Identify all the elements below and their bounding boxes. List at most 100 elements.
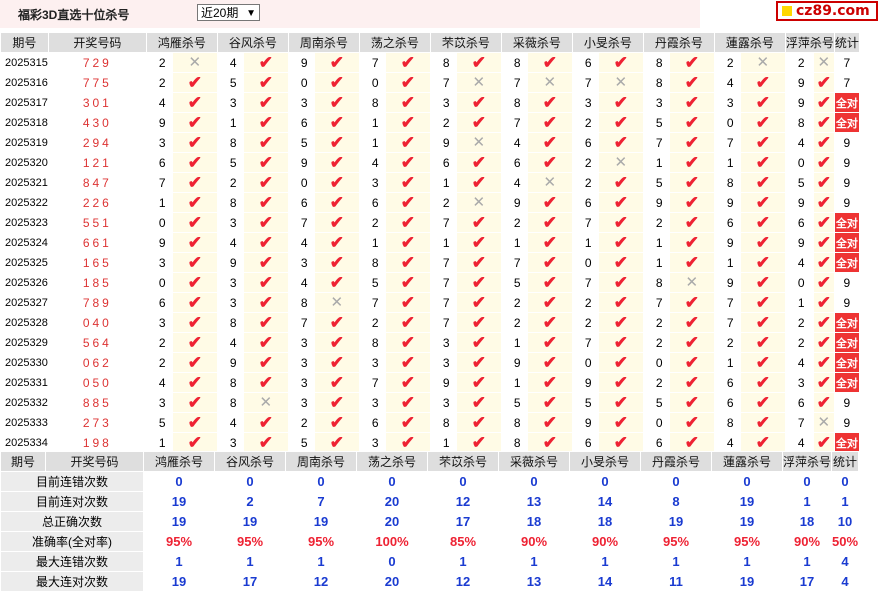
check-icon: ✔ <box>526 272 573 293</box>
kill-number-cell: 4 <box>145 372 173 393</box>
stats-value: 1 <box>831 491 860 512</box>
kill-number-cell: 1 <box>500 232 528 253</box>
check-icon: ✔ <box>242 412 289 433</box>
kill-number-cell: 8 <box>429 52 457 73</box>
cross-icon: ✕ <box>171 52 218 73</box>
check-icon: ✔ <box>597 432 644 453</box>
all-correct-badge: 全对 <box>833 352 860 373</box>
check-icon: ✔ <box>384 132 431 153</box>
check-icon: ✔ <box>812 372 835 393</box>
kill-number-cell: 5 <box>500 272 528 293</box>
check-icon: ✔ <box>739 412 786 433</box>
kill-number-cell: 3 <box>429 352 457 373</box>
check-icon: ✔ <box>384 272 431 293</box>
kill-number-cell: 5 <box>784 172 814 193</box>
kill-number-cell: 7 <box>429 212 457 233</box>
check-icon: ✔ <box>739 92 786 113</box>
kill-number-cell: 2 <box>784 52 814 73</box>
kill-number-cell: 7 <box>571 272 599 293</box>
check-icon: ✔ <box>812 252 835 273</box>
kill-number-cell: 7 <box>429 292 457 313</box>
check-icon: ✔ <box>384 252 431 273</box>
check-icon: ✔ <box>242 72 289 93</box>
kill-number-cell: 0 <box>642 352 670 373</box>
kill-number-cell: 2 <box>642 332 670 353</box>
draw-number-cell: 661 <box>47 232 147 253</box>
check-icon: ✔ <box>455 212 502 233</box>
check-icon: ✔ <box>526 292 573 313</box>
kill-number-cell: 3 <box>216 292 244 313</box>
check-icon: ✔ <box>812 172 835 193</box>
kill-number-cell: 0 <box>145 212 173 233</box>
hit-count-cell: 9 <box>833 132 860 153</box>
kill-number-cell: 0 <box>642 412 670 433</box>
kill-number-cell: 9 <box>145 112 173 133</box>
kill-number-cell: 0 <box>571 352 599 373</box>
stats-row: 最大连错次数 1 1 1 0 1 1 1 1 1 1 4 <box>0 551 860 572</box>
check-icon: ✔ <box>668 352 715 373</box>
stats-value: 50% <box>831 531 860 552</box>
kill-number-cell: 1 <box>145 432 173 453</box>
col-header-method: 谷风杀号 <box>216 32 289 53</box>
check-icon: ✔ <box>812 292 835 313</box>
col-header-method: 丹霞杀号 <box>642 32 715 53</box>
stats-value: 14 <box>569 571 641 592</box>
kill-number-cell: 0 <box>287 72 315 93</box>
stats-value: 0 <box>640 471 712 492</box>
stats-value: 0 <box>356 551 428 572</box>
stats-value: 12 <box>427 491 499 512</box>
kill-number-cell: 5 <box>216 152 244 173</box>
check-icon: ✔ <box>242 332 289 353</box>
check-icon: ✔ <box>668 192 715 213</box>
site-logo[interactable]: cz89.com <box>776 1 878 21</box>
check-icon: ✔ <box>313 52 360 73</box>
kill-number-cell: 7 <box>571 332 599 353</box>
kill-number-cell: 1 <box>713 252 741 273</box>
stats-row: 总正确次数 19 19 19 20 17 18 18 19 19 18 10 <box>0 511 860 532</box>
table-row: 2025316 775 2 ✔ 5 ✔ 0 ✔ 0 ✔ 7 ✕ 7 ✕ 7 ✕ 8 ✔ 4 ✔ 9 ✔ 7 <box>0 72 860 93</box>
stats-value: 4 <box>831 551 860 572</box>
kill-number-cell: 5 <box>358 272 386 293</box>
draw-number-cell: 165 <box>47 252 147 273</box>
check-icon: ✔ <box>384 392 431 413</box>
check-icon: ✔ <box>739 352 786 373</box>
kill-number-cell: 6 <box>145 292 173 313</box>
col-header-method: 周南杀号 <box>287 32 360 53</box>
col-header-method: 浮萍杀号 <box>784 32 835 53</box>
col-header-method: 芣苡杀号 <box>429 32 502 53</box>
check-icon: ✔ <box>597 352 644 373</box>
kill-number-cell: 2 <box>571 312 599 333</box>
period-cell: 2025318 <box>0 112 49 133</box>
check-icon: ✔ <box>313 372 360 393</box>
kill-number-cell: 2 <box>145 52 173 73</box>
check-icon: ✔ <box>313 272 360 293</box>
kill-number-cell: 9 <box>713 232 741 253</box>
table-row: 2025321 847 7 ✔ 2 ✔ 0 ✔ 3 ✔ 1 ✔ 4 ✕ 2 ✔ 5 ✔ 8 ✔ 5 ✔ 9 <box>0 172 860 193</box>
cross-icon: ✕ <box>455 192 502 213</box>
check-icon: ✔ <box>597 52 644 73</box>
period-range-select[interactable]: 近20期 ▼ <box>197 4 260 21</box>
check-icon: ✔ <box>668 332 715 353</box>
kill-number-cell: 2 <box>571 172 599 193</box>
kill-number-cell: 1 <box>358 132 386 153</box>
kill-number-cell: 3 <box>145 132 173 153</box>
kill-number-cell: 1 <box>358 112 386 133</box>
check-icon: ✔ <box>597 272 644 293</box>
check-icon: ✔ <box>384 312 431 333</box>
period-cell: 2025334 <box>0 432 49 453</box>
kill-number-cell: 6 <box>713 372 741 393</box>
check-icon: ✔ <box>739 312 786 333</box>
period-cell: 2025316 <box>0 72 49 93</box>
kill-number-cell: 2 <box>145 332 173 353</box>
period-cell: 2025317 <box>0 92 49 113</box>
kill-number-cell: 2 <box>713 332 741 353</box>
table-row: 2025317 301 4 ✔ 3 ✔ 3 ✔ 8 ✔ 3 ✔ 8 ✔ 3 ✔ 3 ✔ 3 ✔ 9 ✔ 全对 <box>0 92 860 113</box>
period-cell: 2025331 <box>0 372 49 393</box>
kill-number-cell: 4 <box>784 352 814 373</box>
stats-label: 最大连对次数 <box>0 571 144 592</box>
col-header-method: 芣苡杀号 <box>427 451 499 472</box>
draw-number-cell: 040 <box>47 312 147 333</box>
check-icon: ✔ <box>526 192 573 213</box>
kill-number-cell: 7 <box>500 112 528 133</box>
kill-number-cell: 9 <box>500 192 528 213</box>
